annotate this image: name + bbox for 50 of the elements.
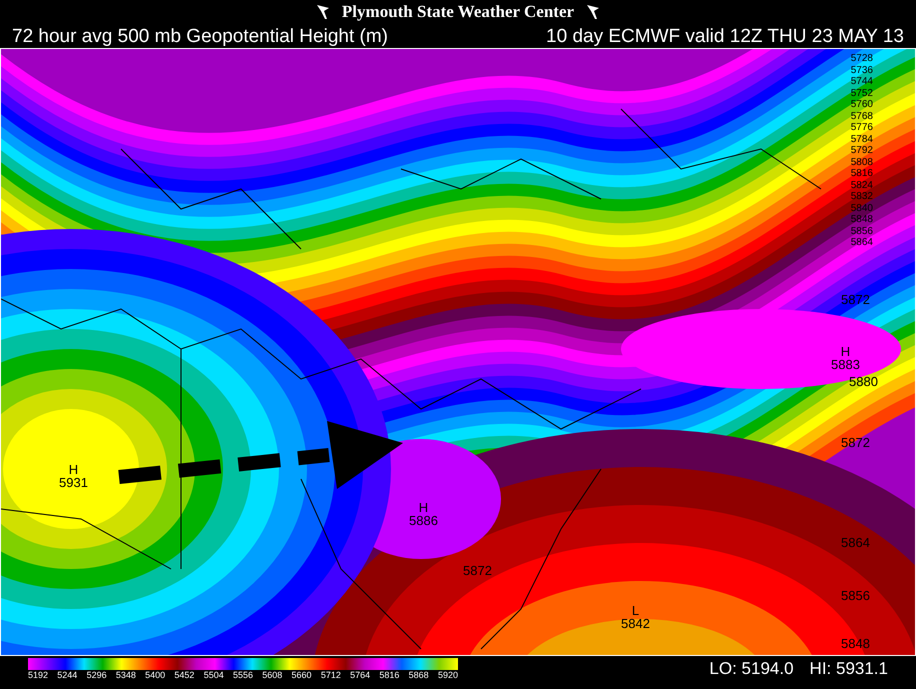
- contour-label: 5872: [841, 293, 870, 306]
- scale-tick-label: 5608: [262, 670, 282, 681]
- scale-tick-label: 5452: [174, 670, 194, 681]
- contour-label: 5776: [850, 122, 873, 134]
- max-value: HI: 5931.1: [810, 660, 888, 677]
- flag-icon: [316, 4, 330, 20]
- flag-icon: [586, 4, 600, 20]
- contour-label: 5824: [850, 180, 873, 191]
- contour-label: 5736: [850, 64, 873, 76]
- contour-label: 5728: [850, 53, 873, 64]
- contour-value: 5886: [409, 514, 438, 527]
- contour-value: 5931: [59, 476, 88, 489]
- contour-label: 5856: [841, 589, 870, 602]
- pressure-center-marker: L: [632, 604, 640, 617]
- contour-label: 5856: [850, 226, 873, 237]
- contour-value: 5883: [831, 358, 860, 371]
- scale-tick-label: 5712: [320, 670, 341, 681]
- product-title: 72 hour avg 500 mb Geopotential Height (m): [12, 26, 388, 46]
- contour-label: 5848: [850, 214, 873, 226]
- scale-tick-label: 5296: [86, 670, 107, 681]
- scale-tick-label: 5504: [204, 670, 224, 681]
- valid-time: 10 day ECMWF valid 12Z THU 23 MAY 13: [546, 26, 904, 46]
- scale-tick-label: 5192: [28, 670, 48, 681]
- contour-label: 5768: [850, 110, 873, 122]
- scale-tick-label: 5920: [438, 670, 458, 681]
- contour-label: 5864: [841, 536, 870, 549]
- scale-tick-label: 5556: [232, 670, 253, 681]
- scale-tick-label: 5868: [408, 670, 429, 681]
- contour-label: 5872: [463, 564, 492, 577]
- contour-label: 5880: [849, 375, 878, 388]
- scale-tick-label: 5816: [379, 670, 400, 681]
- contour-label: 5832: [850, 191, 873, 202]
- contour-label: 5760: [850, 99, 873, 110]
- min-value: LO: 5194.0: [709, 660, 794, 677]
- contour-label: 5792: [850, 145, 873, 156]
- contour-label: 5808: [850, 156, 873, 168]
- scale-tick-label: 5244: [57, 670, 78, 681]
- contour-label: 5784: [850, 134, 873, 145]
- contour-value: 5842: [621, 617, 650, 630]
- contour-label: 5864: [850, 237, 873, 248]
- header-title: Plymouth State Weather Center: [342, 1, 574, 24]
- pressure-center-marker: H: [68, 463, 78, 476]
- pressure-center-marker: H: [418, 501, 428, 514]
- scale-tick-label: 5764: [350, 670, 370, 681]
- scale-tick-label: 5660: [292, 670, 312, 681]
- scale-tick-label: 5400: [145, 670, 166, 681]
- contour-label: 5816: [850, 168, 873, 180]
- pressure-center-marker: H: [840, 345, 850, 358]
- contour-label: 5848: [841, 637, 870, 650]
- scale-tick-label: 5348: [116, 670, 136, 681]
